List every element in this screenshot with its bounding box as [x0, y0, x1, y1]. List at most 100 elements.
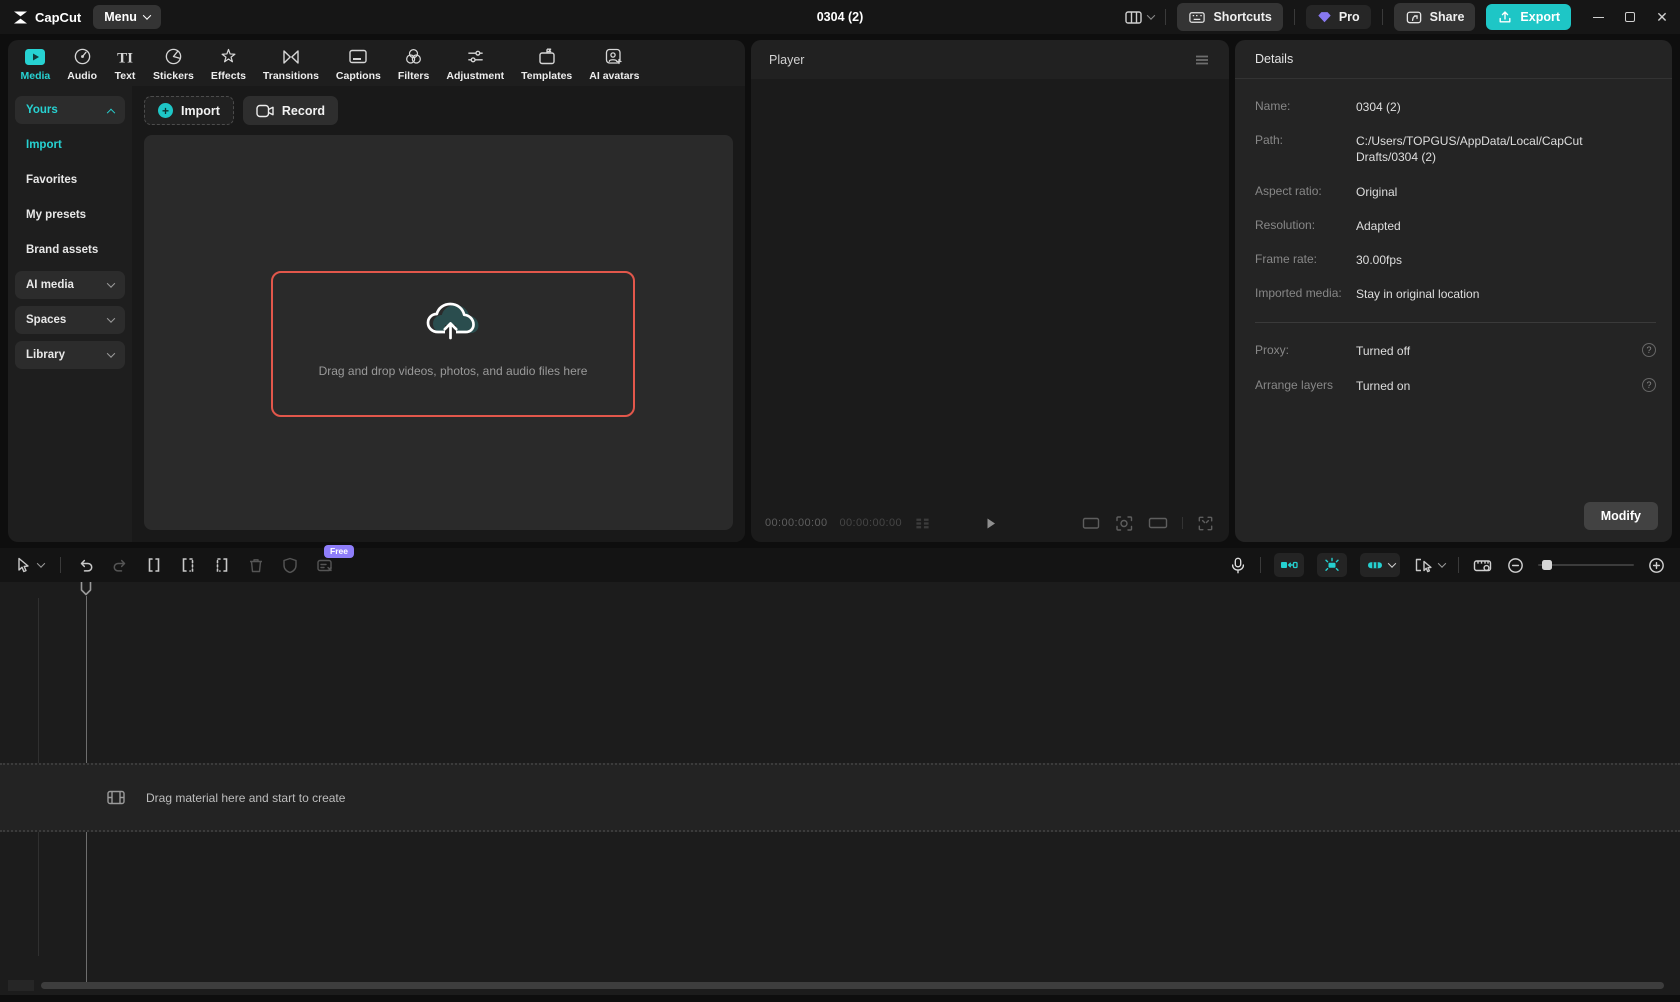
select-tool-button[interactable]: [14, 556, 44, 574]
import-button[interactable]: + Import: [144, 96, 234, 125]
tab-effects[interactable]: Effects: [202, 42, 254, 86]
sidebar-item-library[interactable]: Library: [15, 341, 125, 369]
record-button[interactable]: Record: [243, 96, 338, 125]
ai-avatars-icon: [604, 47, 624, 67]
modify-button[interactable]: Modify: [1584, 502, 1658, 530]
timeline-zoom-slider[interactable]: [1538, 564, 1634, 566]
chevron-down-icon: [1388, 559, 1396, 567]
record-voiceover-button[interactable]: [1229, 556, 1247, 575]
sidebar-item-my-presets[interactable]: My presets: [15, 201, 125, 229]
help-icon[interactable]: ?: [1642, 343, 1656, 357]
import-button-label: Import: [181, 104, 220, 118]
zoom-out-button[interactable]: [1506, 556, 1525, 575]
fullscreen-icon[interactable]: [1196, 514, 1215, 533]
sidebar-item-import[interactable]: Import: [15, 131, 125, 159]
tab-text[interactable]: TI Text: [106, 42, 145, 86]
sidebar-item-label: Library: [26, 349, 65, 361]
import-content-area: + Import Record: [132, 86, 745, 542]
sidebar-item-favorites[interactable]: Favorites: [15, 166, 125, 194]
dropzone-highlight-box[interactable]: Drag and drop videos, photos, and audio …: [271, 271, 635, 417]
zoom-slider-handle[interactable]: [1542, 560, 1552, 570]
track-select-mode-button[interactable]: [1413, 556, 1445, 574]
mini-player-icon[interactable]: [1147, 515, 1169, 531]
tab-label: Filters: [398, 70, 430, 82]
linked-editing-button[interactable]: [1317, 553, 1347, 577]
split-keep-left-button[interactable]: [179, 556, 197, 574]
detail-row-path: Path: C:/Users/TOPGUS/AppData/Local/CapC…: [1255, 133, 1656, 165]
frame-list-icon[interactable]: [914, 516, 931, 531]
redo-button[interactable]: [111, 557, 129, 574]
caption-remove-button[interactable]: Free: [315, 556, 334, 575]
tab-transitions[interactable]: Transitions: [254, 42, 327, 86]
capcut-logo-icon: [12, 10, 29, 25]
detail-value: 30.00fps: [1356, 252, 1426, 268]
sidebar-item-label: AI media: [26, 279, 74, 291]
detail-row-proxy: Proxy: Turned off ?: [1255, 343, 1656, 359]
ratio-icon[interactable]: [1081, 514, 1101, 532]
tab-audio[interactable]: Audio: [59, 42, 106, 86]
tab-ai-avatars[interactable]: AI avatars: [581, 42, 648, 86]
layout-switcher[interactable]: [1124, 8, 1154, 26]
share-button[interactable]: Share: [1394, 3, 1476, 31]
maximize-button[interactable]: [1624, 11, 1636, 23]
detail-value: Original: [1356, 184, 1421, 200]
tab-adjustment[interactable]: Adjustment: [438, 42, 513, 86]
menu-button[interactable]: Menu: [93, 5, 161, 29]
focus-icon[interactable]: [1114, 514, 1134, 533]
shortcuts-button[interactable]: Shortcuts: [1177, 3, 1282, 31]
preview-axis-button[interactable]: [1472, 556, 1493, 575]
detail-label: Imported media:: [1255, 286, 1356, 300]
mask-button[interactable]: [281, 556, 299, 574]
free-badge: Free: [324, 545, 354, 558]
detail-label: Resolution:: [1255, 218, 1356, 232]
detail-row-aspect-ratio: Aspect ratio: Original: [1255, 184, 1656, 200]
media-dropzone[interactable]: Drag and drop videos, photos, and audio …: [144, 135, 733, 530]
main-track-dropzone[interactable]: Drag material here and start to create: [0, 763, 1680, 832]
divider: [1260, 557, 1261, 573]
divider: [1458, 557, 1459, 573]
detail-value: Turned on: [1356, 378, 1434, 394]
divider: [1182, 517, 1183, 529]
chevron-down-icon: [143, 11, 151, 19]
sidebar-item-ai-media[interactable]: AI media: [15, 271, 125, 299]
horizontal-scrollbar[interactable]: [41, 982, 1664, 989]
pro-badge[interactable]: Pro: [1306, 5, 1371, 29]
zoom-in-button[interactable]: [1647, 556, 1666, 575]
undo-button[interactable]: [77, 557, 95, 574]
audio-icon: [73, 47, 92, 67]
dropzone-text: Drag and drop videos, photos, and audio …: [319, 364, 588, 378]
hamburger-menu-icon[interactable]: [1193, 52, 1211, 68]
pro-label: Pro: [1339, 10, 1360, 24]
split-button[interactable]: [145, 556, 163, 574]
tab-label: Media: [21, 70, 51, 82]
snap-toggle-button[interactable]: [1274, 553, 1304, 577]
detail-value: C:/Users/TOPGUS/AppData/Local/CapCut Dra…: [1356, 133, 1656, 165]
detail-row-arrange-layers: Arrange layers Turned on ?: [1255, 378, 1656, 394]
sidebar-item-spaces[interactable]: Spaces: [15, 306, 125, 334]
share-icon: [1405, 8, 1423, 26]
tab-media[interactable]: Media: [12, 42, 59, 86]
sidebar-item-yours[interactable]: Yours: [15, 96, 125, 124]
divider: [1382, 9, 1383, 25]
sidebar-item-brand-assets[interactable]: Brand assets: [15, 236, 125, 264]
tab-filters[interactable]: Filters: [389, 42, 438, 86]
tab-templates[interactable]: Templates: [513, 42, 581, 86]
templates-icon: [537, 47, 557, 67]
minimize-button[interactable]: [1592, 11, 1604, 23]
tab-label: Adjustment: [446, 70, 504, 82]
link-clips-button[interactable]: [1360, 553, 1400, 577]
timeline-area[interactable]: Drag material here and start to create: [0, 582, 1680, 995]
divider: [1294, 9, 1295, 25]
play-button[interactable]: [981, 514, 1000, 533]
tab-captions[interactable]: Captions: [327, 42, 389, 86]
export-button[interactable]: Export: [1486, 4, 1571, 30]
delete-button[interactable]: [247, 556, 265, 574]
close-button[interactable]: ✕: [1656, 11, 1668, 23]
shortcuts-label: Shortcuts: [1213, 10, 1271, 24]
details-title: Details: [1255, 52, 1293, 66]
split-keep-right-button[interactable]: [213, 556, 231, 574]
details-panel: Details Name: 0304 (2) Path: C:/Users/TO…: [1235, 40, 1672, 542]
help-icon[interactable]: ?: [1642, 378, 1656, 392]
tab-label: Text: [115, 70, 136, 82]
tab-stickers[interactable]: Stickers: [145, 42, 203, 86]
